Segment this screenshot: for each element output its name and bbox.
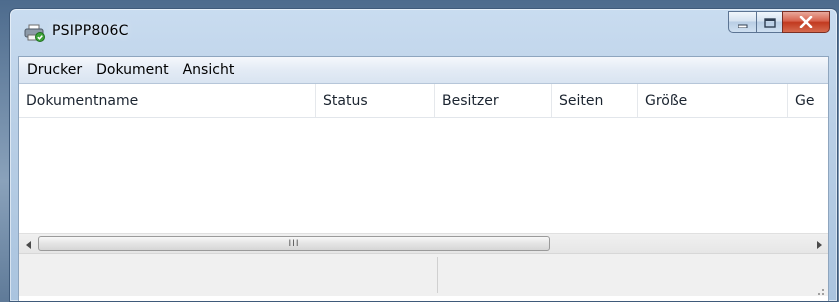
maximize-icon — [763, 13, 776, 32]
scrollbar-grip: III — [288, 238, 300, 249]
status-pane-2 — [437, 257, 828, 293]
scroll-left-button[interactable] — [19, 234, 38, 253]
scroll-right-icon — [816, 234, 822, 253]
column-header-groesse[interactable]: Größe — [638, 84, 788, 117]
column-header-gesendet[interactable]: Ge — [788, 84, 828, 117]
horizontal-scrollbar[interactable]: III — [19, 233, 828, 253]
column-header-status[interactable]: Status — [316, 84, 435, 117]
column-header-besitzer[interactable]: Besitzer — [435, 84, 552, 117]
status-pane-1 — [19, 257, 438, 293]
list-header: Dokumentname Status Besitzer Seiten Größ… — [19, 84, 828, 118]
menu-item-ansicht[interactable]: Ansicht — [175, 57, 241, 83]
menu-item-dokument[interactable]: Dokument — [88, 57, 175, 83]
minimize-button[interactable] — [728, 11, 756, 33]
status-bar — [19, 253, 828, 296]
scroll-left-icon — [25, 234, 32, 253]
close-icon — [799, 13, 813, 32]
window-title: PSIPP806C — [52, 23, 129, 39]
column-header-seiten[interactable]: Seiten — [552, 84, 638, 117]
close-button[interactable] — [782, 11, 830, 33]
title-bar[interactable]: PSIPP806C — [10, 9, 837, 56]
scroll-right-button[interactable] — [809, 234, 828, 253]
printer-queue-window: PSIPP806C Drucker Dokument Ansicht Dokum… — [9, 8, 838, 302]
printer-icon — [24, 24, 46, 42]
menu-bar: Drucker Dokument Ansicht — [19, 57, 828, 84]
scrollbar-thumb[interactable]: III — [38, 236, 550, 251]
caption-buttons — [728, 11, 830, 33]
maximize-button[interactable] — [756, 11, 782, 33]
menu-item-drucker[interactable]: Drucker — [19, 57, 88, 83]
column-header-dokumentname[interactable]: Dokumentname — [19, 84, 316, 117]
minimize-icon — [737, 13, 748, 32]
document-list[interactable] — [19, 118, 828, 233]
resize-grip-icon[interactable] — [813, 281, 825, 295]
client-area: Drucker Dokument Ansicht Dokumentname St… — [18, 56, 829, 301]
